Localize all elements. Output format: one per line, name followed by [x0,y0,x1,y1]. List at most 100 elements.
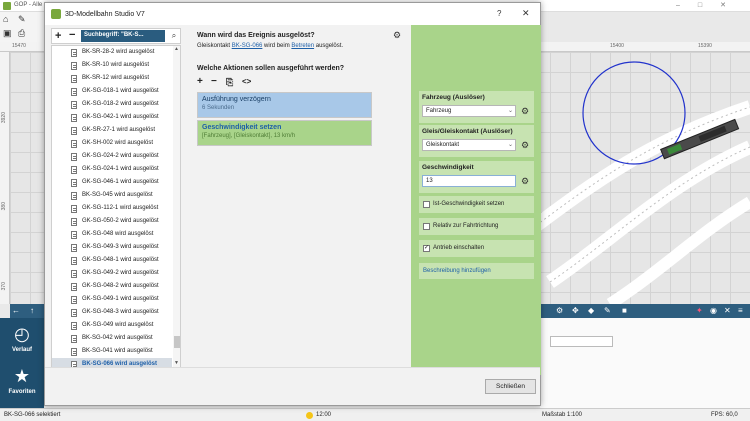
home-icon[interactable]: ⌂ [3,14,8,24]
list-item[interactable]: GK-SG-018-2 wird ausgelöst [52,98,172,111]
sun-icon[interactable] [306,412,313,419]
document-icon [71,192,77,200]
remove-action-button[interactable]: − [211,76,217,88]
gear-icon[interactable]: ⚙ [393,30,401,41]
list-item[interactable]: GK-SG-018-1 wird ausgelöst [52,85,172,98]
help-button[interactable]: ? [497,9,501,18]
action-set-speed[interactable]: Geschwindigkeit setzen [Fahrzeug], [Glei… [197,120,372,146]
gear-icon[interactable]: ⚙ [521,139,529,151]
add-action-button[interactable]: + [197,76,203,88]
gear-icon[interactable]: ⚙ [521,175,529,187]
list-item[interactable]: GK-SG-048-2 wird ausgelöst [52,280,172,293]
list-item[interactable]: GK-SG-048-3 wird ausgelöst [52,306,172,319]
list-item[interactable]: GK-SG-112-1 wird ausgelöst [52,202,172,215]
checkbox-icon[interactable] [423,223,430,230]
eye-icon[interactable]: ◉ [710,306,717,316]
list-item[interactable]: BK-SG-041 wird ausgelöst [52,345,172,358]
set-actual-speed-checkbox[interactable]: Ist-Geschwindigkeit setzen [419,196,534,213]
list-item[interactable]: GK-SG-049-3 wird ausgelöst [52,241,172,254]
close-button[interactable]: Schließen [485,379,536,394]
document-icon [71,283,77,291]
list-item-label: GK-SG-049-2 wird ausgelöst [82,270,159,276]
arrow-left-icon[interactable]: ← [12,306,20,316]
list-item[interactable]: GK-SG-049-1 wird ausgelöst [52,293,172,306]
search-input[interactable]: Suchbegriff: "BK-S... [81,30,165,42]
vehicle-select[interactable]: Fahrzeug ⌄ [422,105,516,117]
copy-icon[interactable]: ⎘ [226,76,233,88]
list-scrollbar[interactable]: ▲ ▼ [173,46,180,368]
contact-select[interactable]: Gleiskontakt ⌄ [422,139,516,151]
menu-icon[interactable]: ≡ [738,306,743,316]
scroll-up-icon[interactable]: ▲ [174,46,179,52]
add-description-link[interactable]: Beschreibung hinzufügen [419,263,534,279]
time-display: 12:00 [316,412,332,418]
document-icon [71,153,77,161]
close-icon[interactable]: ✕ [522,8,530,19]
list-item[interactable]: GK-SG-049 wird ausgelöst [52,319,172,332]
list-item[interactable]: BK-SR-10 wird ausgelöst [52,59,172,72]
selection-status: BK-SG-066 selektiert [4,412,61,418]
remove-event-button[interactable]: − [69,29,75,41]
list-item[interactable]: GK-SH-002 wird ausgelöst [52,137,172,150]
save-icon[interactable]: ▣ [3,28,12,39]
scroll-down-icon[interactable]: ▼ [174,360,179,366]
flip-icon[interactable]: ◆ [588,306,594,316]
add-event-button[interactable]: + [55,30,61,42]
list-item[interactable]: BK-SG-042 wird ausgelöst [52,332,172,345]
list-item[interactable]: GK-SG-024-1 wird ausgelöst [52,163,172,176]
list-item[interactable]: GK-SR-27-1 wird ausgelöst [52,124,172,137]
list-item-label: GK-SG-024-2 wird ausgelöst [82,153,159,159]
print-icon[interactable]: ⎙ [18,28,25,39]
gear-icon[interactable]: ⚙ [521,105,529,117]
search-icon[interactable]: ⌕ [168,30,180,42]
list-item-label: GK-SG-049 wird ausgelöst [82,322,154,328]
favorites-button[interactable]: ★ Favoriten [0,363,44,403]
arrow-up-icon[interactable]: ↑ [30,306,34,316]
document-icon [71,231,77,239]
stop-icon[interactable]: ■ [622,306,627,316]
scroll-thumb[interactable] [174,336,180,348]
window-controls[interactable]: –□✕ [676,1,744,9]
list-item[interactable]: GK-SG-048 wird ausgelöst [52,228,172,241]
list-item[interactable]: GK-SG-048-1 wird ausgelöst [52,254,172,267]
trigger-text: Gleiskontakt [197,43,232,49]
ruler-label: 15400 [610,43,624,49]
list-item-label: GK-SG-048-3 wird ausgelöst [82,309,159,315]
event-list: BK-SR-28-2 wird ausgelöst BK-SR-10 wird a… [51,45,181,369]
list-item-label: BK-SG-045 wird ausgelöst [82,192,153,198]
action-properties: Fahrzeug (Auslöser) Fahrzeug ⌄ ⚙ Gleis/Gl… [411,25,541,375]
paint-icon[interactable]: ✎ [604,306,611,316]
speed-input[interactable]: 13 [422,175,516,187]
contact-icon[interactable]: ✕ [724,306,731,316]
edit-icon[interactable]: ✎ [18,14,26,25]
checkbox-icon[interactable] [423,201,430,208]
property-field[interactable] [550,336,613,347]
relative-direction-checkbox[interactable]: Relativ zur Fahrtrichtung [419,218,534,235]
document-icon [71,309,77,317]
document-icon [71,348,77,356]
contact-link[interactable]: BK-SG-066 [232,43,263,49]
pin-icon[interactable]: ✦ [696,306,703,316]
list-item[interactable]: BK-SR-12 wird ausgelöst [52,72,172,85]
action-delay[interactable]: Ausführung verzögern 6 Sekunden [197,92,372,118]
ruler-label: 380 [1,202,7,211]
list-item[interactable]: GK-SG-024-2 wird ausgelöst [52,150,172,163]
gear-icon[interactable]: ⚙ [556,306,563,316]
list-item[interactable]: GK-SG-042-1 wird ausgelöst [52,111,172,124]
dialog-footer: Schließen [45,367,540,405]
move-icon[interactable]: ✥ [572,306,579,316]
list-item[interactable]: BK-SG-045 wird ausgelöst [52,189,172,202]
ruler-label: 15390 [698,43,712,49]
event-list-toolbar: + − Suchbegriff: "BK-S... ⌕ [51,28,181,44]
checkmark-icon[interactable]: ✓ [423,245,430,252]
list-item[interactable]: BK-SR-28-2 wird ausgelöst [52,46,172,59]
list-item[interactable]: GK-SG-049-2 wird ausgelöst [52,267,172,280]
history-button[interactable]: ◴ Verlauf [0,321,44,361]
engine-on-checkbox[interactable]: ✓ Antrieb einschalten [419,240,534,257]
list-item[interactable]: GK-SG-046-1 wird ausgelöst [52,176,172,189]
document-icon [71,101,77,109]
fps-display: FPS: 60,0 [711,412,738,418]
code-icon[interactable]: <> [242,76,251,88]
list-item[interactable]: GK-SG-050-2 wird ausgelöst [52,215,172,228]
trigger-type-link[interactable]: Betreten [291,43,314,49]
